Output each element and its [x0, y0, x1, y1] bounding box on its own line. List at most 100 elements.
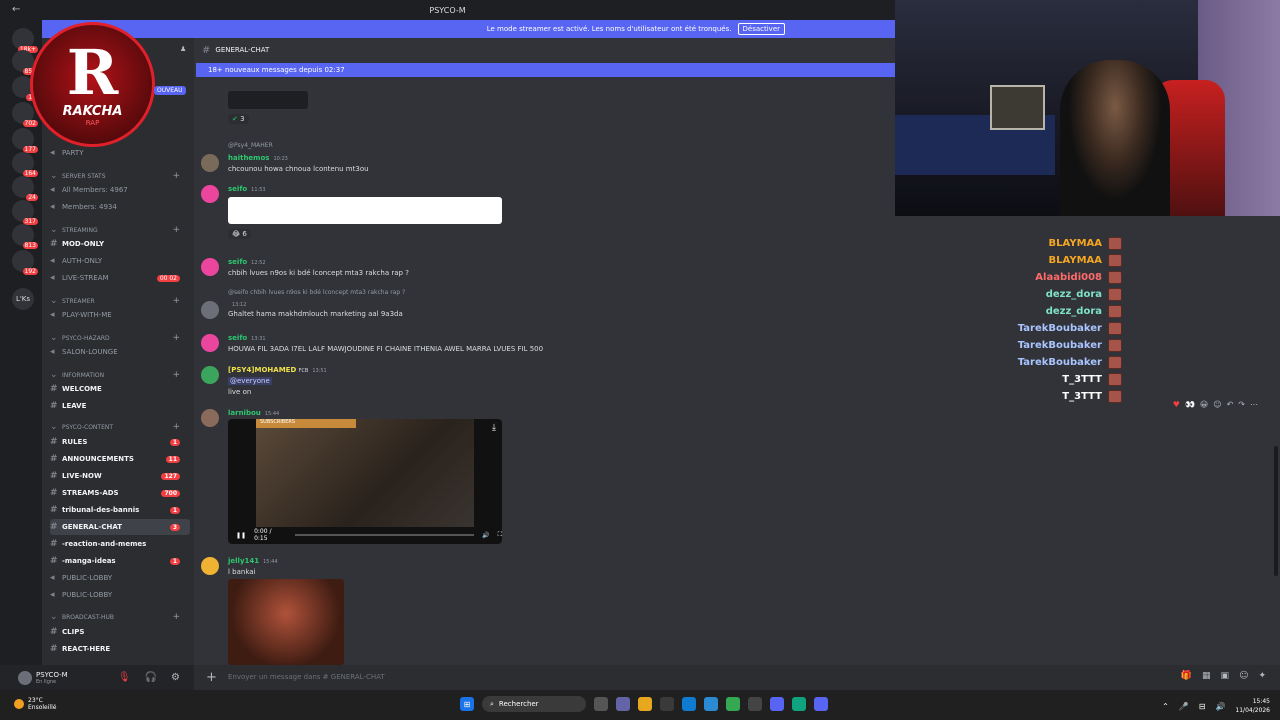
avatar[interactable]	[201, 301, 219, 319]
audio-player[interactable]	[228, 91, 308, 109]
video-frame[interactable]: SUBSCRIBERS	[256, 419, 474, 527]
teams-icon[interactable]	[616, 697, 630, 711]
obs-icon[interactable]	[748, 697, 762, 711]
add-user-icon[interactable]: ♟	[172, 40, 186, 58]
voice-channel[interactable]: ◂ PARTY	[50, 145, 190, 161]
clock[interactable]: 15:45 11/04/2026	[1235, 697, 1270, 715]
link-embed[interactable]	[228, 197, 502, 224]
edge-icon[interactable]	[682, 697, 696, 711]
message-author[interactable]: [PSY4]MOHAMED	[228, 366, 296, 374]
text-channel[interactable]: # -manga-ideas 1	[50, 553, 190, 569]
avatar[interactable]	[201, 366, 219, 384]
gift-icon[interactable]: 🎁	[1181, 671, 1192, 681]
channel-category[interactable]: ⌄ BROADCAST-HUB +	[50, 609, 190, 625]
video-progress[interactable]	[294, 534, 475, 536]
server-icon[interactable]: 24	[12, 176, 38, 201]
video-player[interactable]: SUBSCRIBERS ⤓ ❚❚ 0:00 / 0:15 🔊 ⛶	[228, 419, 502, 544]
voice-channel[interactable]: ◂ Members: 4934	[50, 199, 190, 215]
text-channel[interactable]: # ANNOUNCEMENTS 11	[50, 451, 190, 467]
composer-input[interactable]: Envoyer un message dans # GENERAL-CHAT	[228, 673, 385, 681]
avatar[interactable]	[201, 557, 219, 575]
voice-channel[interactable]: ◂ LIVE-STREAM 00 02	[50, 270, 190, 286]
text-channel[interactable]: # MOD-ONLY	[50, 236, 190, 252]
add-channel-icon[interactable]: +	[172, 225, 180, 235]
avatar[interactable]	[201, 154, 219, 172]
text-channel[interactable]: # WELCOME	[50, 381, 190, 397]
forward-icon[interactable]: ↷	[1238, 400, 1245, 409]
task-view-icon[interactable]	[594, 697, 608, 711]
text-channel[interactable]: # STREAMS-ADS 700	[50, 485, 190, 501]
more-icon[interactable]: ⋯	[1250, 400, 1258, 409]
taskbar-search[interactable]: ⌕ Rechercher	[482, 696, 586, 712]
text-channel[interactable]: # -reaction-and-memes	[50, 536, 190, 552]
server-icon[interactable]: 192	[12, 250, 38, 275]
scrollbar[interactable]	[1274, 446, 1278, 576]
text-channel[interactable]: # LIVE-NOW 127	[50, 468, 190, 484]
add-channel-icon[interactable]: +	[172, 422, 180, 432]
text-channel[interactable]: # LEAVE	[50, 398, 190, 414]
deafen-icon[interactable]: 🎧	[145, 672, 157, 683]
image-attachment[interactable]	[228, 579, 344, 665]
server-icon[interactable]: 813	[12, 224, 38, 249]
mic-icon[interactable]: 🎤	[1179, 702, 1189, 711]
add-channel-icon[interactable]: +	[172, 296, 180, 306]
settings-gear-icon[interactable]: ⚙	[171, 672, 180, 683]
reply-reference[interactable]: @Psy4_MAHER	[228, 142, 273, 149]
server-icon[interactable]: L'Ks	[12, 288, 34, 310]
emoji-icon[interactable]: ☺	[1239, 671, 1248, 681]
server-icon[interactable]: 164	[12, 152, 38, 177]
chevron-up-icon[interactable]: ⌃	[1162, 702, 1169, 711]
app-icon[interactable]	[792, 697, 806, 711]
gif-icon[interactable]: ▦	[1202, 671, 1211, 681]
reaction-laugh[interactable]: 😂 6	[228, 229, 251, 239]
add-reaction-icon[interactable]: ☺	[1213, 400, 1221, 409]
message-author[interactable]: seifo	[228, 258, 247, 266]
reaction-check[interactable]: ✔ 3	[228, 114, 249, 124]
smile-icon[interactable]: 😀	[1200, 400, 1208, 409]
channel-category[interactable]: ⌄ PSYCO-CONTENT +	[50, 419, 190, 435]
store-icon[interactable]	[660, 697, 674, 711]
message-author[interactable]: seifo	[228, 185, 247, 193]
add-channel-icon[interactable]: +	[172, 333, 180, 343]
apps-icon[interactable]: ✦	[1258, 671, 1266, 681]
eyes-icon[interactable]: 👀	[1185, 400, 1195, 409]
discord-icon[interactable]	[770, 697, 784, 711]
new-messages-bar[interactable]: 18+ nouveaux messages depuis 02:37	[196, 63, 895, 77]
speaker-icon[interactable]: 🔊	[1215, 702, 1225, 711]
text-channel[interactable]: # RULES 1	[50, 434, 190, 450]
chrome-icon[interactable]	[726, 697, 740, 711]
avatar[interactable]	[201, 185, 219, 203]
voice-channel[interactable]: ◂ PLAY-WITH-ME	[50, 307, 190, 323]
add-channel-icon[interactable]: +	[172, 171, 180, 181]
server-icon[interactable]: 702	[12, 102, 38, 127]
avatar[interactable]	[201, 258, 219, 276]
fullscreen-icon[interactable]: ⛶	[498, 531, 502, 539]
discord-alt-icon[interactable]	[814, 697, 828, 711]
network-icon[interactable]: ⊟	[1199, 702, 1206, 711]
add-attachment-icon[interactable]: +	[206, 670, 217, 685]
heart-icon[interactable]: ♥	[1173, 400, 1180, 409]
server-icon[interactable]: 317	[12, 200, 38, 225]
server-icon[interactable]: 18k+	[12, 28, 38, 53]
message-author[interactable]: seifo	[228, 334, 247, 342]
file-explorer-icon[interactable]	[638, 697, 652, 711]
voice-channel[interactable]: ◂ AUTH-ONLY	[50, 253, 190, 269]
voice-channel[interactable]: ◂ PUBLIC-LOBBY	[50, 587, 190, 603]
avatar[interactable]	[201, 409, 219, 427]
disable-streamer-mode-button[interactable]: Désactiver	[737, 23, 785, 35]
pause-icon[interactable]: ❚❚	[236, 532, 246, 539]
mail-icon[interactable]	[704, 697, 718, 711]
back-arrow-icon[interactable]: ←	[12, 4, 20, 15]
mention[interactable]: @everyone	[228, 377, 272, 385]
message-author[interactable]: jelly141	[228, 557, 259, 565]
voice-channel[interactable]: ◂ PUBLIC-LOBBY	[50, 570, 190, 586]
reply-icon[interactable]: ↶	[1227, 400, 1234, 409]
avatar[interactable]	[18, 670, 32, 685]
add-channel-icon[interactable]: +	[172, 612, 180, 622]
text-channel[interactable]: # tribunal-des-bannis 1	[50, 502, 190, 518]
sticker-icon[interactable]: ▣	[1221, 671, 1230, 681]
message-author[interactable]: larnibou	[228, 409, 261, 417]
mute-mic-icon[interactable]: 🎙	[118, 672, 131, 683]
server-icon[interactable]: 859	[12, 50, 38, 75]
text-channel[interactable]: # REACT-HERE	[50, 641, 190, 657]
